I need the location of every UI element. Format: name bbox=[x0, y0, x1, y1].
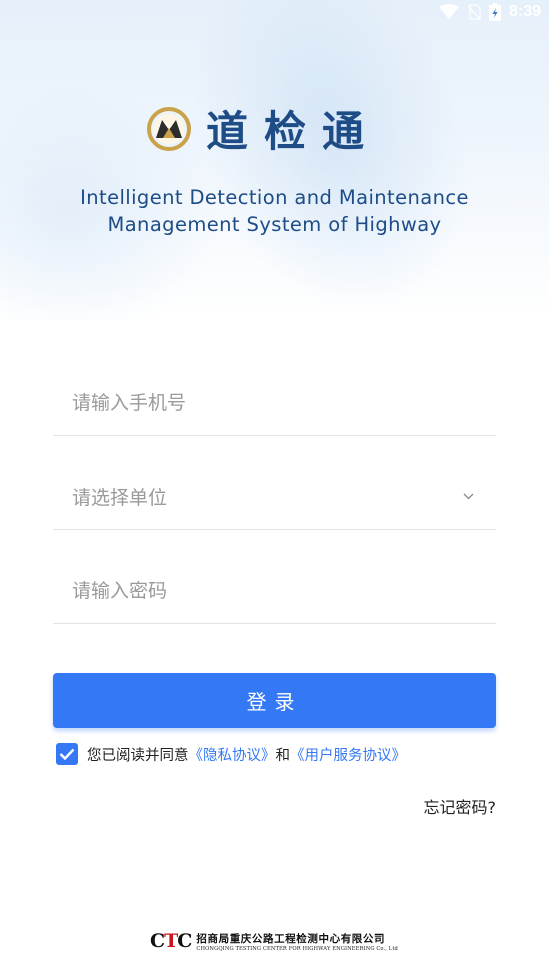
company-name-en: CHONGQING TESTING CENTER FOR HIGHWAY ENG… bbox=[196, 945, 398, 952]
unit-select[interactable]: 请选择单位 bbox=[53, 464, 496, 530]
ctc-letter: T bbox=[164, 930, 178, 952]
app-logo: 道检通 bbox=[146, 98, 380, 159]
brand-emblem-icon bbox=[147, 106, 191, 151]
status-time: 8:39 bbox=[508, 3, 541, 20]
forgot-password-link[interactable]: 忘记密码? bbox=[424, 794, 497, 818]
subtitle-line-2: Management System of Highway bbox=[107, 213, 442, 236]
ctc-logo-mark: CTC bbox=[150, 930, 192, 952]
privacy-agreement-link[interactable]: 《隐私协议》 bbox=[189, 748, 276, 764]
status-bar: 8:39 bbox=[438, 0, 549, 24]
company-name-cn: 招商局重庆公路工程检测中心有限公司 bbox=[196, 932, 386, 945]
password-input[interactable] bbox=[72, 579, 496, 602]
no-sim-icon bbox=[467, 4, 481, 20]
check-icon bbox=[59, 748, 75, 760]
phone-field bbox=[53, 370, 496, 436]
chevron-down-icon bbox=[463, 493, 474, 500]
agreement-and-text: 和 bbox=[275, 747, 291, 764]
user-service-agreement-link[interactable]: 《用户服务协议》 bbox=[290, 748, 406, 764]
agreement-row: 您已阅读并同意《隐私协议》和《用户服务协议》 bbox=[56, 743, 406, 765]
subtitle-line-1: Intelligent Detection and Maintenance bbox=[80, 186, 469, 209]
phone-input[interactable] bbox=[72, 391, 496, 414]
battery-charging-icon bbox=[488, 3, 501, 21]
agreement-checkbox[interactable] bbox=[56, 743, 78, 765]
unit-select-placeholder: 请选择单位 bbox=[72, 487, 168, 509]
ctc-letter: C bbox=[150, 930, 165, 952]
company-name: 招商局重庆公路工程检测中心有限公司 CHONGQING TESTING CENT… bbox=[196, 931, 398, 952]
app-title: 道检通 bbox=[206, 107, 381, 156]
app-subtitle: Intelligent Detection and Maintenance Ma… bbox=[0, 184, 549, 238]
company-logo: CTC 招商局重庆公路工程检测中心有限公司 CHONGQING TESTING … bbox=[150, 930, 398, 952]
password-field bbox=[53, 558, 496, 624]
ctc-letter: C bbox=[177, 930, 192, 952]
wifi-icon bbox=[438, 4, 459, 19]
login-button[interactable]: 登录 bbox=[53, 673, 496, 728]
agreement-text: 您已阅读并同意 bbox=[87, 747, 189, 764]
header-background bbox=[0, 0, 549, 320]
